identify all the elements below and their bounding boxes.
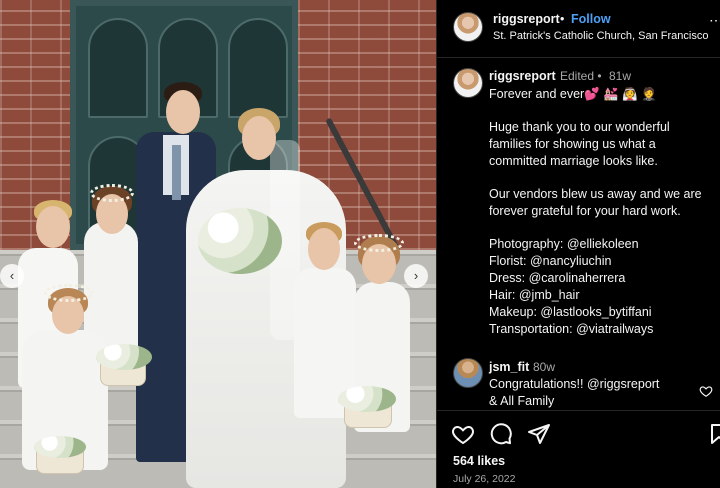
- follow-button[interactable]: Follow: [571, 12, 611, 26]
- likes-count[interactable]: 564 likes: [453, 454, 505, 468]
- save-icon[interactable]: [707, 422, 720, 446]
- caption-line: families for showing us what a: [489, 137, 656, 151]
- post-photo[interactable]: ‹ ›: [0, 0, 436, 488]
- caption-username[interactable]: riggsreport: [489, 69, 556, 83]
- caption-line: committed marriage looks like.: [489, 154, 658, 168]
- carousel-next-button[interactable]: ›: [404, 264, 428, 288]
- caption-line: Huge thank you to our wonderful: [489, 120, 670, 134]
- commenter-avatar[interactable]: [453, 358, 483, 388]
- heart-icon[interactable]: [451, 422, 475, 446]
- comment-text-line: & All Family: [489, 394, 555, 408]
- caption-line: Hair: @jmb_hair: [489, 288, 580, 302]
- caption-line: Photography: @elliekoleen: [489, 237, 639, 251]
- caption-avatar[interactable]: [453, 68, 483, 98]
- actions-divider: [437, 410, 720, 411]
- comment-like-icon[interactable]: [699, 384, 713, 398]
- more-icon[interactable]: ⋯: [709, 12, 720, 29]
- caption-line: Our vendors blew us away and we are: [489, 187, 702, 201]
- post-side-panel: riggsreport • Follow St. Patrick's Catho…: [436, 0, 720, 488]
- share-icon[interactable]: [527, 422, 551, 446]
- header-dot: •: [560, 12, 565, 26]
- header-username[interactable]: riggsreport: [493, 12, 560, 26]
- caption-timestamp[interactable]: 81w: [609, 69, 631, 83]
- comment-icon[interactable]: [489, 422, 513, 446]
- caption-line: Forever and ever💕 💒 👰 🤵: [489, 87, 657, 101]
- comment-text-line: Congratulations!! @riggsreport: [489, 377, 660, 391]
- comment-timestamp[interactable]: 80w: [533, 360, 555, 374]
- header-divider: [437, 57, 720, 58]
- comment-username[interactable]: jsm_fit: [489, 360, 529, 374]
- caption-line: Transportation: @viatrailways: [489, 322, 654, 336]
- post-date: July 26, 2022: [453, 473, 516, 485]
- location-link[interactable]: St. Patrick's Catholic Church, San Franc…: [493, 30, 708, 42]
- caption-line: Florist: @nancyliuchin: [489, 254, 612, 268]
- author-avatar[interactable]: [453, 12, 483, 42]
- caption-edited-label: Edited •: [560, 69, 602, 83]
- caption-line: forever grateful for your hard work.: [489, 204, 681, 218]
- carousel-prev-button[interactable]: ‹: [0, 264, 24, 288]
- caption-line: Dress: @carolinaherrera: [489, 271, 626, 285]
- caption-line: Makeup: @lastlooks_bytiffani: [489, 305, 652, 319]
